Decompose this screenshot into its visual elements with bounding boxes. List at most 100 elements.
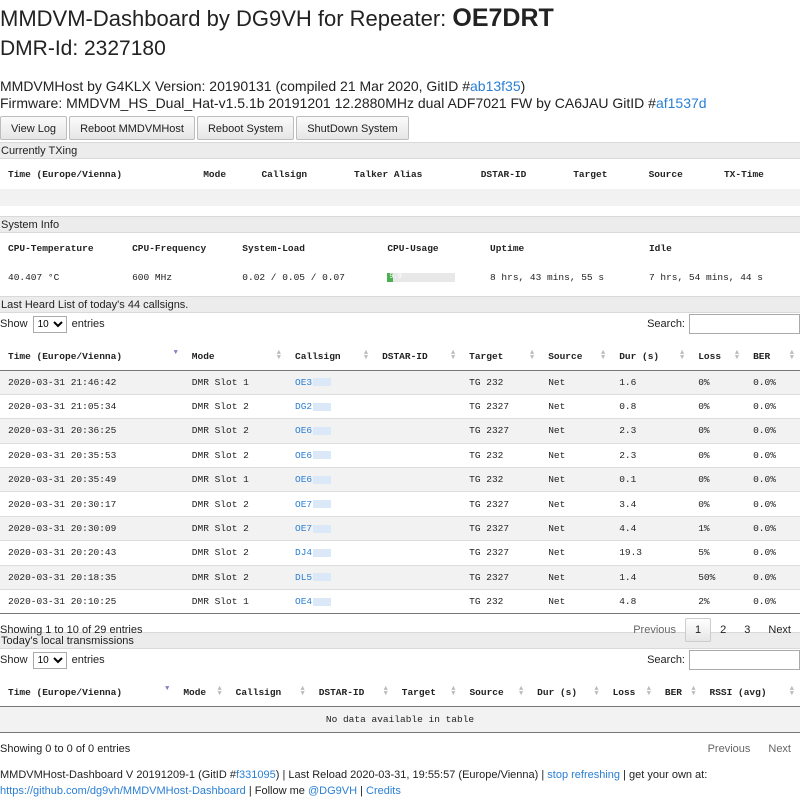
lastheard-header-6[interactable]: Dur (s) ▲ ▼ [611, 343, 691, 371]
page-2-button[interactable]: 2 [711, 619, 735, 641]
callsign-link[interactable]: OE7 [295, 499, 312, 510]
cell-target: TG 2327 [461, 418, 541, 444]
show-label: Show [0, 317, 28, 330]
page-1-button[interactable]: 1 [685, 618, 712, 643]
cell-dur: 19.3 [611, 540, 691, 566]
entries-select[interactable]: 10 [32, 315, 67, 333]
localtx-header-5[interactable]: Source ▲ ▼ [461, 679, 530, 707]
lastheard-header-7[interactable]: Loss ▲ ▼ [690, 343, 746, 371]
localtx-header-9[interactable]: RSSI (avg) ▲ ▼ [701, 679, 800, 707]
callsign-link[interactable]: OE3 [295, 377, 312, 388]
stop-refreshing-link[interactable]: stop refreshing [547, 769, 620, 781]
cell-callsign: OE3 [287, 369, 375, 395]
redacted-callsign [313, 500, 332, 509]
lastheard-header-0[interactable]: Time (Europe/Vienna) ▼ [0, 343, 184, 371]
lastheard-header-5[interactable]: Source ▲ ▼ [540, 343, 612, 371]
firmware-version: Firmware: MMDVM_HS_Dual_Hat-v1.5.1b 2019… [0, 95, 800, 112]
callsign-link[interactable]: OE4 [295, 596, 312, 607]
cell-callsign: OE6 [287, 467, 375, 492]
redacted-callsign [313, 524, 332, 533]
github-link[interactable]: https://github.com/dg9vh/MMDVMHost-Dashb… [0, 785, 246, 797]
search-input[interactable] [689, 314, 800, 334]
cell-mode: DMR Slot 2 [183, 515, 287, 541]
localtx-header-7[interactable]: Loss ▲ ▼ [604, 679, 657, 707]
cell-time: 2020-03-31 20:35:49 [0, 467, 184, 492]
footer-separator: | [360, 784, 363, 797]
credits-link[interactable]: Credits [366, 785, 401, 797]
twitter-link[interactable]: @DG9VH [308, 785, 357, 797]
lastheard-header-4[interactable]: Target ▲ ▼ [461, 343, 541, 371]
pagination: Previous 1 2 3 Next [624, 618, 800, 643]
cell-mode: DMR Slot 1 [183, 369, 287, 395]
cell-dstar [374, 515, 462, 541]
lastheard-header-label: BER [753, 350, 771, 362]
host-gitid-link[interactable]: ab13f35 [470, 78, 521, 94]
lastheard-header-3[interactable]: DSTAR-ID ▲ ▼ [374, 343, 462, 371]
callsign-link[interactable]: DJ4 [295, 547, 312, 558]
cell-dur: 2.3 [611, 442, 691, 468]
page-3-button[interactable]: 3 [735, 619, 759, 641]
sort-icon: ▲ ▼ [789, 349, 794, 362]
callsign-link[interactable]: DG2 [295, 401, 312, 412]
localtx-header-4[interactable]: Target ▲ ▼ [393, 679, 462, 707]
cpu-usage-bar: 9.9 [387, 272, 456, 282]
redacted-callsign [313, 475, 332, 484]
currently-txing-title: Currently TXing [0, 142, 800, 159]
lastheard-header-1[interactable]: Mode ▲ ▼ [183, 343, 287, 371]
cell-source: Net [540, 515, 612, 541]
reboot-system-button[interactable]: Reboot System [196, 116, 295, 140]
localtx-header-6[interactable]: Dur (s) ▲ ▼ [529, 679, 605, 707]
local-search-input[interactable] [689, 650, 800, 671]
localtx-header-label: BER [664, 687, 682, 699]
empty-message: No data available in table [0, 705, 800, 733]
localtx-header-1[interactable]: Mode ▲ ▼ [175, 679, 228, 707]
cell-ber: 0.0% [745, 467, 800, 492]
cell-ber: 0.0% [745, 564, 800, 590]
callsign-link[interactable]: DL5 [295, 572, 312, 583]
view-log-button[interactable]: View Log [0, 116, 68, 140]
cell-ber: 0.0% [745, 589, 800, 615]
currently-txing-table: Time (Europe/Vienna) Mode Callsign Talker A… [0, 159, 800, 206]
firmware-gitid-link[interactable]: af1537d [656, 95, 707, 111]
cell-source: Net [540, 369, 612, 395]
sysinfo-header-label: Uptime [490, 242, 525, 254]
cell-dur: 1.6 [611, 369, 691, 395]
previous-button[interactable]: Previous [624, 619, 685, 641]
local-next-button[interactable]: Next [759, 738, 800, 760]
localtx-header-8[interactable]: BER ▲ ▼ [656, 679, 702, 707]
cell-time: 2020-03-31 20:35:53 [0, 442, 184, 468]
localtx-header-label: Loss [612, 687, 636, 699]
lastheard-header-2[interactable]: Callsign ▲ ▼ [287, 343, 375, 371]
localtx-header-2[interactable]: Callsign ▲ ▼ [227, 679, 311, 707]
cell-target: TG 2327 [461, 393, 541, 419]
table-row: 2020-03-31 20:30:17 DMR Slot 2 OE7 TG 2327 N… [0, 491, 800, 517]
txing-header-2: Callsign [253, 159, 345, 189]
sort-icon: ▲ ▼ [518, 685, 524, 699]
last-heard-table: Time (Europe/Vienna) ▼ Mode ▲ ▼ Callsign ▲ ▼ DST… [0, 343, 800, 615]
lastheard-header-8[interactable]: BER ▲ ▼ [745, 343, 800, 371]
callsign-link[interactable]: OE6 [295, 425, 312, 436]
local-previous-button[interactable]: Previous [699, 738, 760, 760]
callsign-link[interactable]: OE6 [295, 474, 312, 485]
localtx-header-0[interactable]: Time (Europe/Vienna) ▼ [0, 679, 176, 707]
txing-header-label: Time (Europe/Vienna) [8, 168, 123, 180]
next-button[interactable]: Next [759, 619, 800, 641]
cell-loss: 0% [690, 369, 746, 395]
callsign-link[interactable]: OE6 [295, 450, 312, 461]
cpu-temperature: 40.407 °C [8, 272, 60, 283]
local-pagination: Previous Next [699, 738, 800, 760]
sysinfo-header-1: CPU-Frequency [124, 233, 234, 263]
host-version-text: MMDVMHost by G4KLX Version: 20190131 (co… [0, 78, 470, 94]
callsign-link[interactable]: OE7 [295, 523, 312, 534]
redacted-callsign [313, 402, 332, 411]
table-row: 2020-03-31 21:05:34 DMR Slot 2 DG2 TG 2327 N… [0, 393, 800, 419]
cell-dur: 0.8 [611, 393, 691, 419]
cell-source: Net [540, 467, 612, 492]
local-entries-label: entries [71, 653, 105, 666]
reboot-mmdvmhost-button[interactable]: Reboot MMDVMHost [69, 116, 195, 140]
local-entries-select[interactable]: 10 [32, 651, 67, 669]
shutdown-system-button[interactable]: ShutDown System [296, 116, 409, 140]
localtx-header-label: Target [401, 687, 436, 699]
localtx-header-3[interactable]: DSTAR-ID ▲ ▼ [310, 679, 394, 707]
footer-gitid-link[interactable]: f331095 [236, 769, 276, 781]
